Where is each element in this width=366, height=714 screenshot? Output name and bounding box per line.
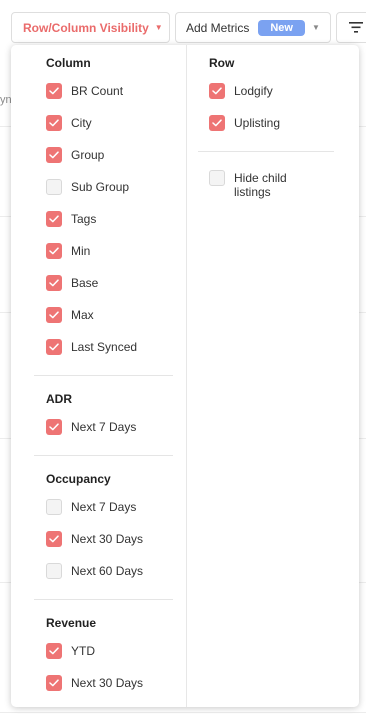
revenue-section-title: Revenue bbox=[46, 616, 97, 630]
checkbox-option[interactable]: Next 7 Days bbox=[46, 499, 136, 515]
checkbox-label: Base bbox=[71, 276, 99, 290]
checkmark-icon bbox=[212, 119, 222, 127]
section-separator bbox=[198, 151, 334, 152]
checkbox-checked[interactable] bbox=[209, 115, 225, 131]
checkbox-label: Sub Group bbox=[71, 180, 130, 194]
checkbox-label: Lodgify bbox=[234, 84, 273, 98]
checkbox-unchecked[interactable] bbox=[46, 563, 62, 579]
checkbox-checked[interactable] bbox=[46, 643, 62, 659]
visibility-dropdown: Column BR Count City Group Sub Group Tags Min… bbox=[11, 45, 359, 707]
checkbox-option[interactable]: Uplisting bbox=[209, 115, 280, 131]
checkbox-checked[interactable] bbox=[46, 243, 62, 259]
section-separator bbox=[34, 455, 173, 456]
checkbox-option[interactable]: Min bbox=[46, 243, 90, 259]
checkbox-label: Min bbox=[71, 244, 91, 258]
checkmark-icon bbox=[212, 87, 222, 95]
chevron-down-icon: ▼ bbox=[154, 23, 163, 32]
checkmark-icon bbox=[49, 535, 59, 543]
checkbox-option[interactable]: BR Count bbox=[46, 83, 123, 99]
background-row-divider bbox=[0, 712, 366, 713]
checkbox-option[interactable]: Next 7 Days bbox=[46, 419, 136, 435]
checkbox-checked[interactable] bbox=[46, 531, 62, 547]
checkbox-label: Next 30 Days bbox=[71, 676, 144, 690]
checkbox-label: Next 7 Days bbox=[71, 420, 137, 434]
checkbox-checked[interactable] bbox=[209, 83, 225, 99]
occupancy-section-title: Occupancy bbox=[46, 472, 111, 486]
checkbox-checked[interactable] bbox=[46, 675, 62, 691]
checkbox-option[interactable]: Lodgify bbox=[209, 83, 273, 99]
checkmark-icon bbox=[49, 119, 59, 127]
row-column-visibility-label: Row/Column Visibility bbox=[23, 20, 149, 35]
checkbox-option[interactable]: Max bbox=[46, 307, 94, 323]
checkbox-option[interactable]: Tags bbox=[46, 211, 96, 227]
column-divider bbox=[186, 45, 187, 707]
checkmark-icon bbox=[49, 215, 59, 223]
checkmark-icon bbox=[49, 647, 59, 655]
checkbox-label: Uplisting bbox=[234, 116, 281, 130]
section-separator bbox=[34, 375, 173, 376]
checkmark-icon bbox=[49, 343, 59, 351]
new-badge: New bbox=[258, 19, 305, 36]
checkbox-label: Group bbox=[71, 148, 105, 162]
checkbox-label: BR Count bbox=[71, 84, 124, 98]
checkbox-unchecked[interactable] bbox=[209, 170, 225, 186]
checkbox-option[interactable]: City bbox=[46, 115, 92, 131]
checkbox-label: Next 30 Days bbox=[71, 532, 144, 546]
checkbox-label: Tags bbox=[71, 212, 97, 226]
checkbox-label: Last Synced bbox=[71, 340, 138, 354]
checkbox-option[interactable]: Next 30 Days bbox=[46, 531, 143, 547]
adr-section-title: ADR bbox=[46, 392, 72, 406]
checkbox-checked[interactable] bbox=[46, 339, 62, 355]
checkbox-option[interactable]: Group bbox=[46, 147, 104, 163]
hide-child-listings-option[interactable]: Hide child listings bbox=[209, 170, 314, 199]
checkbox-option[interactable]: YTD bbox=[46, 643, 95, 659]
checkbox-checked[interactable] bbox=[46, 115, 62, 131]
hide-child-listings-label: Hide child listings bbox=[234, 171, 287, 199]
row-section-title: Row bbox=[209, 56, 235, 70]
checkbox-option[interactable]: Last Synced bbox=[46, 339, 137, 355]
filter-icon bbox=[349, 22, 363, 33]
checkbox-label: Next 7 Days bbox=[71, 500, 137, 514]
column-section-title: Column bbox=[46, 56, 91, 70]
checkmark-icon bbox=[49, 151, 59, 159]
checkmark-icon bbox=[49, 87, 59, 95]
checkbox-label: YTD bbox=[71, 644, 95, 658]
background-text-fragment: yn bbox=[0, 94, 12, 106]
section-separator bbox=[34, 599, 173, 600]
add-metrics-button[interactable]: Add Metrics New ▼ bbox=[175, 12, 331, 43]
checkmark-icon bbox=[49, 423, 59, 431]
checkbox-option[interactable]: Sub Group bbox=[46, 179, 129, 195]
checkbox-checked[interactable] bbox=[46, 83, 62, 99]
checkbox-option[interactable]: Next 30 Days bbox=[46, 675, 143, 691]
checkmark-icon bbox=[49, 311, 59, 319]
checkmark-icon bbox=[49, 279, 59, 287]
row-column-visibility-button[interactable]: Row/Column Visibility ▼ bbox=[11, 12, 170, 43]
checkbox-label: Next 60 Days bbox=[71, 564, 144, 578]
filter-button[interactable] bbox=[336, 12, 366, 43]
checkbox-option[interactable]: Base bbox=[46, 275, 98, 291]
checkmark-icon bbox=[49, 679, 59, 687]
checkbox-checked[interactable] bbox=[46, 147, 62, 163]
checkbox-unchecked[interactable] bbox=[46, 499, 62, 515]
checkbox-checked[interactable] bbox=[46, 307, 62, 323]
checkbox-unchecked[interactable] bbox=[46, 179, 62, 195]
add-metrics-label: Add Metrics bbox=[186, 20, 250, 35]
checkbox-label: City bbox=[71, 116, 92, 130]
checkbox-checked[interactable] bbox=[46, 211, 62, 227]
checkbox-checked[interactable] bbox=[46, 275, 62, 291]
checkmark-icon bbox=[49, 247, 59, 255]
chevron-down-icon: ▼ bbox=[311, 23, 320, 32]
checkbox-option[interactable]: Next 60 Days bbox=[46, 563, 143, 579]
checkbox-checked[interactable] bbox=[46, 419, 62, 435]
checkbox-label: Max bbox=[71, 308, 94, 322]
